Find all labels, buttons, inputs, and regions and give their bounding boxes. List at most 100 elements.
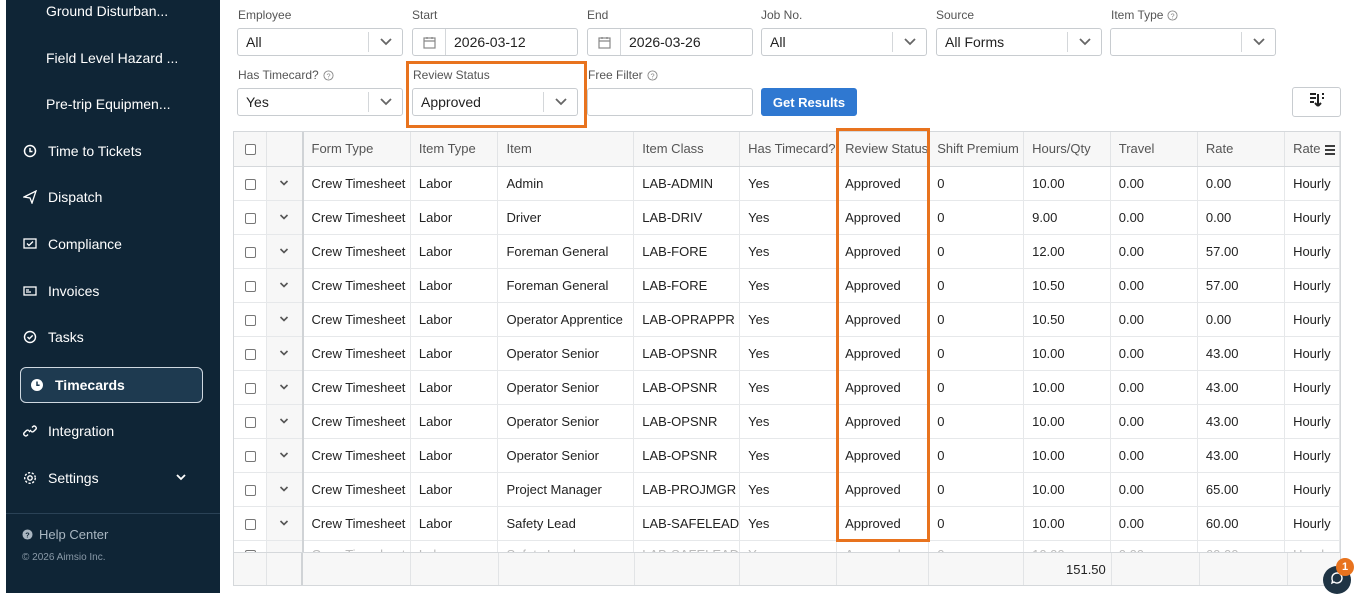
row-expand-cell[interactable] bbox=[266, 472, 304, 507]
question-circle-icon[interactable]: ? bbox=[323, 69, 334, 81]
table-row[interactable]: Crew Timesheet Labor Operator Senior LAB-OP… bbox=[234, 336, 1340, 371]
row-expand-cell[interactable] bbox=[266, 302, 304, 337]
table-row[interactable]: Crew Timesheet Labor Foreman General LAB-FO… bbox=[234, 268, 1340, 303]
sidebar-subitem-pre-trip-equipment[interactable]: Pre-trip Equipmen... bbox=[46, 96, 171, 112]
start-date-field[interactable]: 2026-03-12 bbox=[412, 28, 578, 56]
row-expand-cell[interactable] bbox=[266, 506, 304, 541]
chevron-down-icon[interactable] bbox=[269, 305, 299, 333]
row-checkbox[interactable] bbox=[244, 212, 256, 224]
chevron-down-icon[interactable] bbox=[269, 407, 299, 435]
chevron-down-icon[interactable] bbox=[269, 509, 299, 537]
table-row[interactable]: Crew Timesheet Labor Admin LAB-ADMIN Yes Appr… bbox=[234, 166, 1340, 201]
row-expand-cell[interactable] bbox=[266, 200, 304, 235]
row-checkbox[interactable] bbox=[244, 348, 256, 360]
item-type-select[interactable] bbox=[1110, 28, 1276, 56]
table-row[interactable]: Crew Timesheet Labor Operator Senior LAB-OP… bbox=[234, 404, 1340, 439]
select-all-checkbox[interactable] bbox=[244, 144, 256, 156]
end-date-field[interactable]: 2026-03-26 bbox=[587, 28, 753, 56]
row-checkbox-cell[interactable] bbox=[234, 506, 268, 541]
sidebar-subitem-field-level-hazard[interactable]: Field Level Hazard ... bbox=[46, 50, 178, 66]
row-checkbox-cell[interactable] bbox=[234, 166, 268, 201]
calendar-icon[interactable] bbox=[588, 29, 621, 55]
table-row[interactable]: Crew TimesheetLaborSafety LeadLAB-SAFELE… bbox=[234, 506, 1340, 541]
source-select[interactable]: All Forms bbox=[936, 28, 1102, 56]
row-expand-cell[interactable] bbox=[266, 438, 304, 473]
get-results-button[interactable]: Get Results bbox=[761, 88, 857, 116]
chevron-down-icon[interactable] bbox=[175, 470, 187, 486]
review-status-select[interactable]: Approved bbox=[412, 88, 578, 116]
table-row[interactable]: Crew Timesheet Labor Driver LAB-DRIV Yes Appr… bbox=[234, 200, 1340, 235]
column-header-item-type[interactable]: Item Type bbox=[410, 132, 499, 167]
sidebar-item-integration[interactable]: Integration bbox=[14, 414, 197, 448]
chevron-down-icon[interactable] bbox=[269, 339, 299, 367]
column-header-item-class[interactable]: Item Class bbox=[633, 132, 741, 167]
row-checkbox-cell[interactable] bbox=[234, 438, 268, 473]
row-checkbox-cell[interactable] bbox=[234, 472, 268, 507]
row-checkbox[interactable] bbox=[244, 518, 256, 530]
column-header-hours-qty[interactable]: Hours/Qty bbox=[1023, 132, 1111, 167]
row-expand-cell[interactable] bbox=[266, 336, 304, 371]
column-header-travel[interactable]: Travel bbox=[1110, 132, 1198, 167]
sidebar-item-settings[interactable]: Settings bbox=[14, 461, 197, 495]
has-timecard-label: Has Timecard? ? bbox=[238, 68, 334, 82]
row-checkbox-cell[interactable] bbox=[234, 234, 268, 269]
sidebar-item-compliance[interactable]: Compliance bbox=[14, 227, 197, 261]
row-expand-cell[interactable] bbox=[266, 166, 304, 201]
select-all-checkbox-cell[interactable] bbox=[234, 132, 268, 167]
has-timecard-select[interactable]: Yes bbox=[237, 88, 403, 116]
sidebar-item-time-to-tickets[interactable]: Time to Tickets bbox=[14, 134, 197, 168]
column-header-review-status[interactable]: Review Status bbox=[836, 132, 930, 167]
chevron-down-icon[interactable] bbox=[269, 169, 299, 197]
sidebar-subitem-ground-disturbance[interactable]: Ground Disturban... bbox=[46, 3, 168, 19]
row-checkbox-cell[interactable] bbox=[234, 336, 268, 371]
column-header-form-type[interactable]: Form Type bbox=[302, 132, 411, 167]
column-header-has-timecard[interactable]: Has Timecard? bbox=[739, 132, 838, 167]
table-row[interactable]: Crew Timesheet Labor Foreman General LAB-FO… bbox=[234, 234, 1340, 269]
column-header-rate-unit[interactable]: Rate bbox=[1284, 132, 1340, 167]
row-checkbox-cell[interactable] bbox=[234, 268, 268, 303]
question-circle-icon[interactable]: ? bbox=[647, 69, 658, 81]
chevron-down-icon[interactable] bbox=[269, 271, 299, 299]
table-row[interactable]: Crew Timesheet Labor Operator Senior LAB-OP… bbox=[234, 370, 1340, 405]
row-checkbox-cell[interactable] bbox=[234, 404, 268, 439]
row-expand-cell[interactable] bbox=[266, 268, 304, 303]
row-expand-cell[interactable] bbox=[266, 404, 304, 439]
job-no-select[interactable]: All bbox=[761, 28, 927, 56]
column-header-shift-premium[interactable]: Shift Premium bbox=[928, 132, 1025, 167]
question-circle-icon[interactable]: ? bbox=[1167, 9, 1179, 21]
sidebar-item-timecards[interactable]: Timecards bbox=[20, 367, 203, 403]
chevron-down-icon[interactable] bbox=[269, 475, 299, 503]
help-center-link[interactable]: ? Help Center bbox=[22, 527, 108, 542]
row-checkbox[interactable] bbox=[244, 314, 256, 326]
row-checkbox[interactable] bbox=[244, 280, 256, 292]
sidebar-item-tasks[interactable]: Tasks bbox=[14, 320, 197, 354]
row-checkbox[interactable] bbox=[244, 178, 256, 190]
sidebar-item-dispatch[interactable]: Dispatch bbox=[14, 180, 197, 214]
column-menu-icon[interactable] bbox=[1324, 143, 1336, 158]
row-checkbox[interactable] bbox=[244, 450, 256, 462]
chevron-down-icon[interactable] bbox=[269, 373, 299, 401]
table-row[interactable]: Crew Timesheet Labor Project Manager LAB-PR… bbox=[234, 472, 1340, 507]
chevron-down-icon[interactable] bbox=[269, 237, 299, 265]
row-checkbox[interactable] bbox=[244, 382, 256, 394]
column-chooser-button[interactable] bbox=[1292, 87, 1341, 117]
row-expand-cell[interactable] bbox=[266, 370, 304, 405]
review-status-cell: Approved bbox=[836, 200, 930, 235]
employee-select[interactable]: All bbox=[237, 28, 403, 56]
column-header-item[interactable]: Item bbox=[497, 132, 635, 167]
row-checkbox-cell[interactable] bbox=[234, 302, 268, 337]
row-checkbox[interactable] bbox=[244, 246, 256, 258]
row-expand-cell[interactable] bbox=[266, 234, 304, 269]
row-checkbox-cell[interactable] bbox=[234, 200, 268, 235]
table-row[interactable]: Crew Timesheet Labor Operator Senior LAB-OP… bbox=[234, 438, 1340, 473]
sidebar-item-invoices[interactable]: Invoices bbox=[14, 274, 197, 308]
chevron-down-icon[interactable] bbox=[269, 203, 299, 231]
free-filter-input[interactable] bbox=[587, 88, 753, 116]
row-checkbox[interactable] bbox=[244, 416, 256, 428]
chevron-down-icon[interactable] bbox=[269, 441, 299, 469]
row-checkbox[interactable] bbox=[244, 484, 256, 496]
column-header-rate[interactable]: Rate bbox=[1197, 132, 1286, 167]
calendar-icon[interactable] bbox=[413, 29, 446, 55]
table-row[interactable]: Crew Timesheet Labor Operator Apprentice LA… bbox=[234, 302, 1340, 337]
row-checkbox-cell[interactable] bbox=[234, 370, 268, 405]
